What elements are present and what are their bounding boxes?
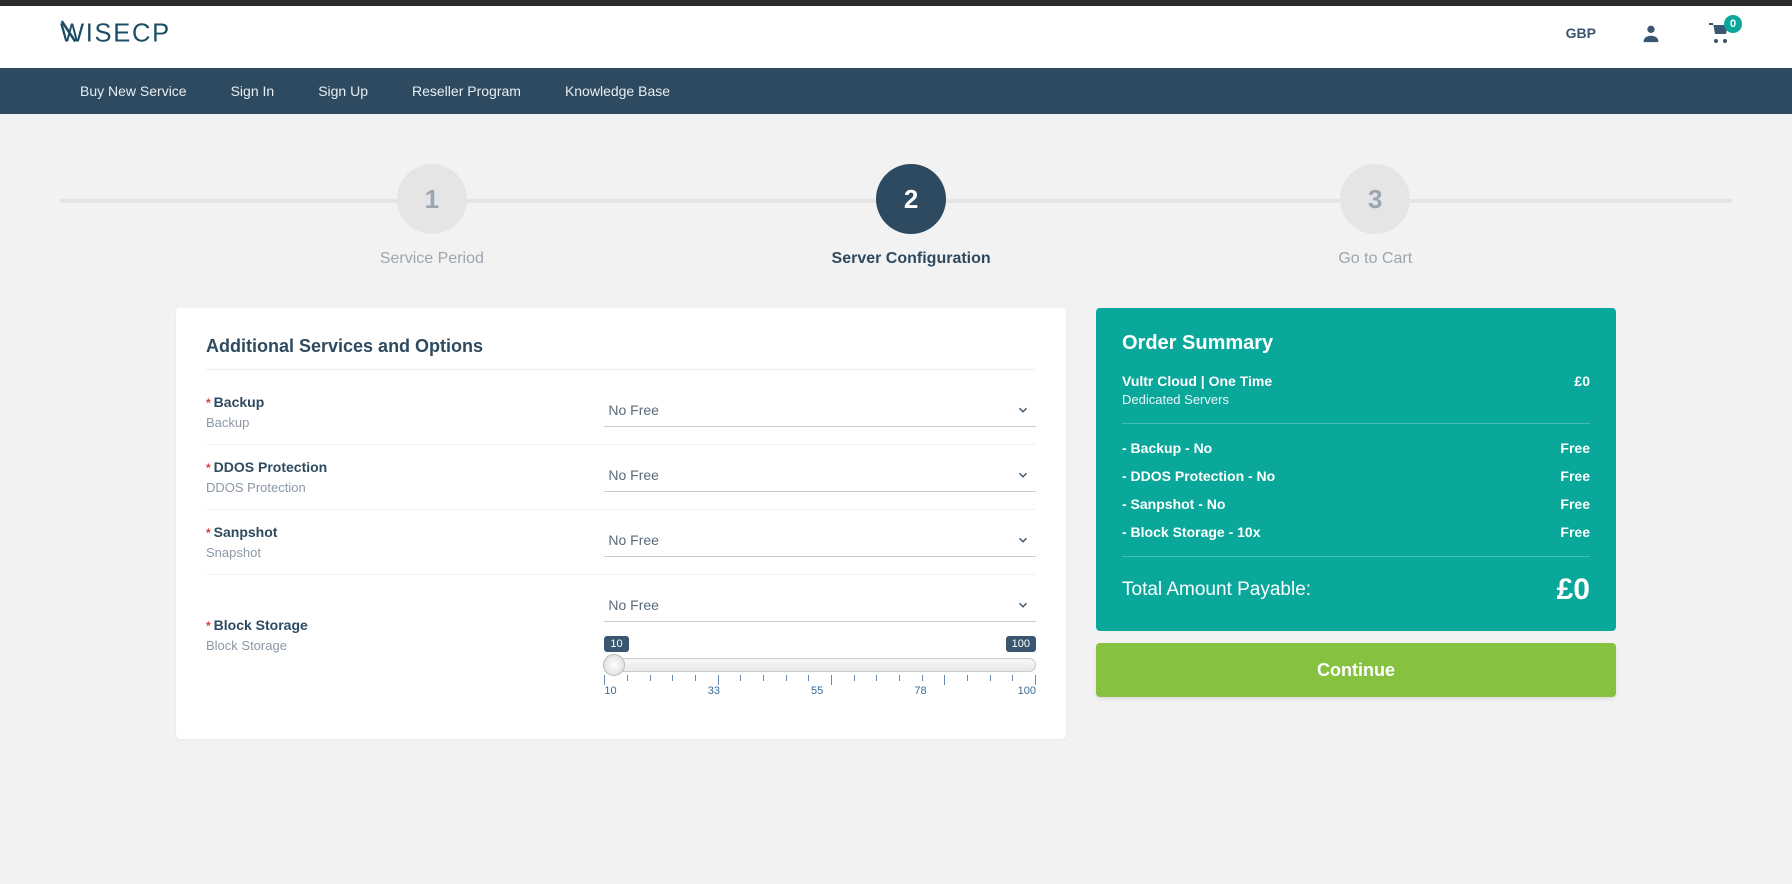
total-value: £0: [1557, 573, 1590, 607]
slider-track[interactable]: [604, 658, 1036, 672]
chevron-down-icon: [1016, 468, 1030, 482]
wisecp-logo-icon: WISECP: [60, 16, 230, 50]
continue-button[interactable]: Continue: [1096, 643, 1616, 697]
nav-buy-new-service[interactable]: Buy New Service: [80, 83, 187, 99]
required-mark: *: [206, 461, 211, 475]
option-desc: Backup: [206, 415, 604, 430]
chevron-down-icon: [1016, 403, 1030, 417]
slider-min-badge: 10: [604, 636, 628, 652]
total-label: Total Amount Payable:: [1122, 579, 1311, 601]
svg-text:WISECP: WISECP: [60, 20, 171, 48]
site-header: WISECP GBP 0: [0, 6, 1792, 68]
step-go-to-cart[interactable]: 3 Go to Cart: [1338, 164, 1412, 268]
checkout-steps: 1 Service Period 2 Server Configuration …: [0, 164, 1792, 268]
backup-select[interactable]: No Free: [604, 394, 1036, 427]
ddos-select[interactable]: No Free: [604, 459, 1036, 492]
account-icon[interactable]: [1640, 22, 1662, 44]
main-nav: Buy New Service Sign In Sign Up Reseller…: [0, 68, 1792, 114]
nav-sign-up[interactable]: Sign Up: [318, 83, 368, 99]
required-mark: *: [206, 619, 211, 633]
option-desc: Snapshot: [206, 545, 604, 560]
option-desc: Block Storage: [206, 638, 604, 653]
options-panel: Additional Services and Options *Backup …: [176, 308, 1066, 739]
option-row-snapshot: *Sanpshot Snapshot No Free: [206, 510, 1036, 575]
option-row-ddos: *DDOS Protection DDOS Protection No Free: [206, 445, 1036, 510]
block-storage-select[interactable]: No Free: [604, 589, 1036, 622]
option-desc: DDOS Protection: [206, 480, 604, 495]
currency-selector[interactable]: GBP: [1566, 25, 1596, 41]
summary-product: Vultr Cloud | One Time: [1122, 373, 1272, 389]
cart-count-badge: 0: [1724, 15, 1742, 33]
slider-thumb[interactable]: [603, 654, 625, 676]
option-row-block-storage: *Block Storage Block Storage No Free 10 …: [206, 575, 1036, 711]
step-server-configuration[interactable]: 2 Server Configuration: [832, 164, 991, 268]
summary-category: Dedicated Servers: [1122, 392, 1590, 407]
block-storage-slider[interactable]: 10 100 10: [604, 636, 1036, 697]
required-mark: *: [206, 526, 211, 540]
slider-scale: 10 33 55 78 100: [604, 675, 1036, 697]
option-title: DDOS Protection: [214, 459, 328, 475]
step-service-period[interactable]: 1 Service Period: [380, 164, 484, 268]
nav-knowledge-base[interactable]: Knowledge Base: [565, 83, 670, 99]
option-title: Sanpshot: [214, 524, 278, 540]
cart-icon[interactable]: 0: [1706, 21, 1732, 45]
summary-item: - Backup - NoFree: [1122, 440, 1590, 456]
slider-max-badge: 100: [1006, 636, 1036, 652]
option-title: Block Storage: [214, 617, 308, 633]
order-summary-panel: Order Summary Vultr Cloud | One Time £0 …: [1096, 308, 1616, 631]
nav-reseller-program[interactable]: Reseller Program: [412, 83, 521, 99]
summary-product-price: £0: [1574, 373, 1590, 389]
summary-item: - Sanpshot - NoFree: [1122, 496, 1590, 512]
chevron-down-icon: [1016, 533, 1030, 547]
chevron-down-icon: [1016, 598, 1030, 612]
nav-sign-in[interactable]: Sign In: [231, 83, 275, 99]
option-row-backup: *Backup Backup No Free: [206, 380, 1036, 445]
snapshot-select[interactable]: No Free: [604, 524, 1036, 557]
panel-title: Additional Services and Options: [206, 336, 1036, 370]
required-mark: *: [206, 396, 211, 410]
brand-logo[interactable]: WISECP: [60, 16, 230, 50]
summary-item: - Block Storage - 10xFree: [1122, 524, 1590, 540]
option-title: Backup: [214, 394, 265, 410]
summary-item: - DDOS Protection - NoFree: [1122, 468, 1590, 484]
summary-title: Order Summary: [1122, 332, 1590, 355]
